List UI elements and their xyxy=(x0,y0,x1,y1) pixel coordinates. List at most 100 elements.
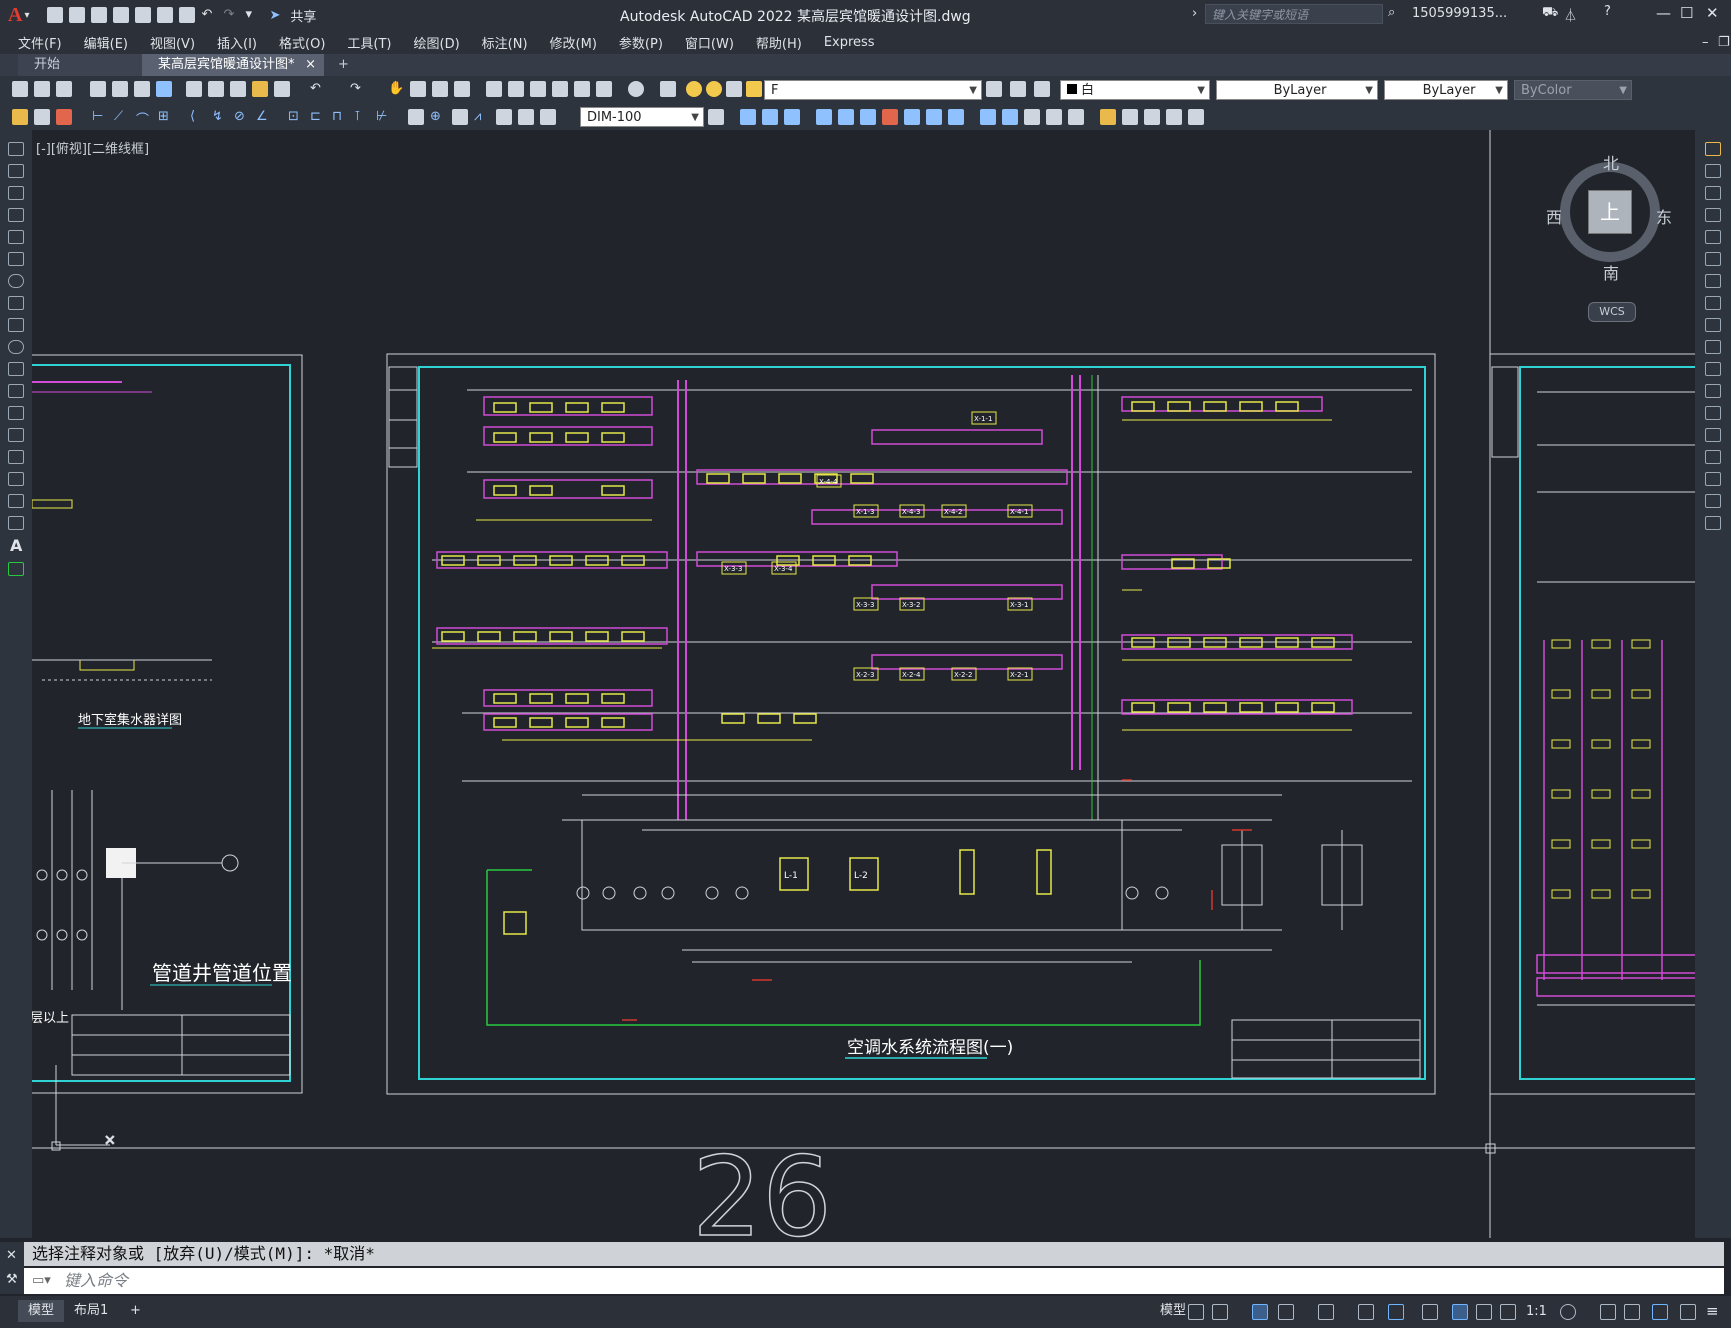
compass-south[interactable]: 南 xyxy=(1603,260,1619,284)
ellipse-tool-icon[interactable] xyxy=(8,340,24,354)
move-icon[interactable] xyxy=(838,109,854,125)
qnew-icon[interactable] xyxy=(12,81,28,97)
quick-dim-icon[interactable]: ⊡ xyxy=(288,109,304,125)
viewcube-face[interactable]: 上 xyxy=(1588,190,1632,234)
open-icon[interactable] xyxy=(34,81,50,97)
polyline-tool-icon[interactable] xyxy=(8,186,24,200)
lineweight-dropdown[interactable]: ByLayer ▼ xyxy=(1384,80,1508,100)
join-tool-icon[interactable] xyxy=(1705,428,1721,442)
preview-icon[interactable] xyxy=(112,81,128,97)
layer-vp-icon[interactable] xyxy=(726,81,742,97)
revcloud-tool-icon[interactable] xyxy=(8,296,24,310)
fullscreen-icon[interactable] xyxy=(1680,1304,1696,1320)
search-input[interactable]: 键入关键字或短语 xyxy=(1205,4,1383,24)
menu-parametric[interactable]: 参数(P) xyxy=(619,33,663,52)
mtext-tool-icon[interactable]: A xyxy=(10,536,22,555)
circle-tool-icon[interactable] xyxy=(8,274,24,288)
doc-minimize-icon[interactable]: – xyxy=(1702,35,1709,50)
dimstyle-dropdown[interactable]: DIM-100 ▼ xyxy=(580,107,704,127)
spline-tool-icon[interactable] xyxy=(8,318,24,332)
continue-dim-icon[interactable]: ⊓ xyxy=(332,109,348,125)
arc-length-icon[interactable]: ⌒ xyxy=(136,109,152,128)
wcs-menu[interactable]: WCS xyxy=(1588,302,1636,322)
save-icon[interactable] xyxy=(91,7,108,23)
explode-tool-icon[interactable] xyxy=(1705,516,1721,530)
units-icon[interactable] xyxy=(1624,1304,1640,1320)
rectangle-tool-icon[interactable] xyxy=(8,230,24,244)
zoom-previous-icon[interactable] xyxy=(454,81,470,97)
dim-update-icon[interactable] xyxy=(540,109,556,125)
minimize-icon[interactable]: — xyxy=(1656,4,1671,22)
menu-edit[interactable]: 编辑(E) xyxy=(84,33,128,52)
zoom-window-icon[interactable] xyxy=(432,81,448,97)
mirror-icon[interactable] xyxy=(762,109,778,125)
lineweight-icon[interactable] xyxy=(1422,1304,1438,1320)
text-front-icon[interactable] xyxy=(1144,109,1160,125)
layer-on-icon[interactable] xyxy=(686,81,702,97)
chamfer-tool-icon[interactable] xyxy=(1705,450,1721,464)
command-input[interactable]: ▭▾ 键入命令 xyxy=(24,1268,1724,1294)
search-expand-icon[interactable]: › xyxy=(1192,6,1197,21)
restore-icon[interactable]: ☐ xyxy=(1680,4,1693,22)
move-tool-icon[interactable] xyxy=(1705,252,1721,266)
menu-window[interactable]: 窗口(W) xyxy=(685,33,734,52)
save-icon[interactable] xyxy=(56,81,72,97)
drawing-canvas[interactable]: 地下室集水器详图 管道井管道位置 层以上 X-4-4 X-1-3 X-4-3 X… xyxy=(32,130,1695,1238)
dim-space-icon[interactable]: ⊺ xyxy=(354,109,370,125)
extend-tool-icon[interactable] xyxy=(1705,362,1721,376)
snap-icon[interactable] xyxy=(1212,1304,1228,1320)
annotation-scale-value[interactable]: 1:1 xyxy=(1526,1304,1547,1319)
layer-states-icon[interactable] xyxy=(1034,81,1050,97)
cart-icon[interactable]: ⛟ xyxy=(1542,5,1558,22)
ellipse-arc-icon[interactable] xyxy=(8,362,24,376)
extend-icon[interactable] xyxy=(948,109,964,125)
paste-icon[interactable] xyxy=(230,81,246,97)
share-icon[interactable]: ➤ xyxy=(269,8,280,23)
gradient-tool-icon[interactable] xyxy=(8,472,24,486)
grid-icon[interactable] xyxy=(1188,1304,1204,1320)
offset-tool-icon[interactable] xyxy=(1705,208,1721,222)
annotation-visibility-icon[interactable] xyxy=(1452,1304,1468,1320)
search-icon[interactable]: ⌕ xyxy=(1388,5,1395,20)
center-mark-icon[interactable]: ⊕ xyxy=(430,109,446,125)
fillet-tool-icon[interactable] xyxy=(1705,472,1721,486)
help-icon[interactable] xyxy=(628,81,644,97)
save-as-icon[interactable] xyxy=(113,7,130,23)
fillet-icon[interactable] xyxy=(1046,109,1062,125)
block-editor-icon[interactable] xyxy=(274,81,290,97)
hatch-back-icon[interactable] xyxy=(1166,109,1182,125)
make-block-icon[interactable] xyxy=(8,406,24,420)
customize-qa-icon[interactable]: ▾ xyxy=(245,7,261,23)
layer-unlock-icon[interactable] xyxy=(746,81,762,97)
break-point-icon[interactable] xyxy=(1705,384,1721,398)
layer-previous-icon[interactable] xyxy=(1010,81,1026,97)
tab-close-icon[interactable]: × xyxy=(305,54,316,76)
design-center-icon[interactable] xyxy=(508,81,524,97)
tab-drawing[interactable]: 某高层宾馆暖通设计图* × xyxy=(142,54,324,76)
customize-menu-icon[interactable]: ≡ xyxy=(1706,1302,1719,1320)
zoom-realtime-icon[interactable] xyxy=(410,81,426,97)
share-button[interactable]: 共享 xyxy=(290,6,316,25)
close-icon[interactable]: ✕ xyxy=(6,1248,17,1263)
angular-dim-icon[interactable]: ∠ xyxy=(256,109,272,125)
insert-block-icon[interactable] xyxy=(8,384,24,398)
table-tool-icon[interactable] xyxy=(8,516,24,530)
make-current-layer-icon[interactable] xyxy=(986,81,1002,97)
dim-break-icon[interactable]: ⊬ xyxy=(376,109,392,125)
jogged-linear-icon[interactable]: ⩘ xyxy=(474,109,490,125)
menu-tools[interactable]: 工具(T) xyxy=(347,33,391,52)
line-tool-icon[interactable] xyxy=(8,142,24,156)
tab-start[interactable]: 开始 xyxy=(18,54,160,76)
layer-thaw-icon[interactable] xyxy=(706,81,722,97)
pan-icon[interactable]: ✋ xyxy=(388,81,404,97)
menu-insert[interactable]: 插入(I) xyxy=(217,33,257,52)
app-menu-chevron-icon[interactable]: ▾ xyxy=(24,10,29,21)
plotstyle-dropdown[interactable]: ByColor ▼ xyxy=(1514,80,1632,100)
sheet-set-icon[interactable] xyxy=(552,81,568,97)
markup-icon[interactable] xyxy=(574,81,590,97)
stretch-tool-icon[interactable] xyxy=(1705,318,1721,332)
menu-format[interactable]: 格式(O) xyxy=(279,33,325,52)
rotate-tool-icon[interactable] xyxy=(1705,274,1721,288)
tab-model[interactable]: 模型 xyxy=(18,1300,65,1322)
menu-express[interactable]: Express xyxy=(824,35,875,50)
